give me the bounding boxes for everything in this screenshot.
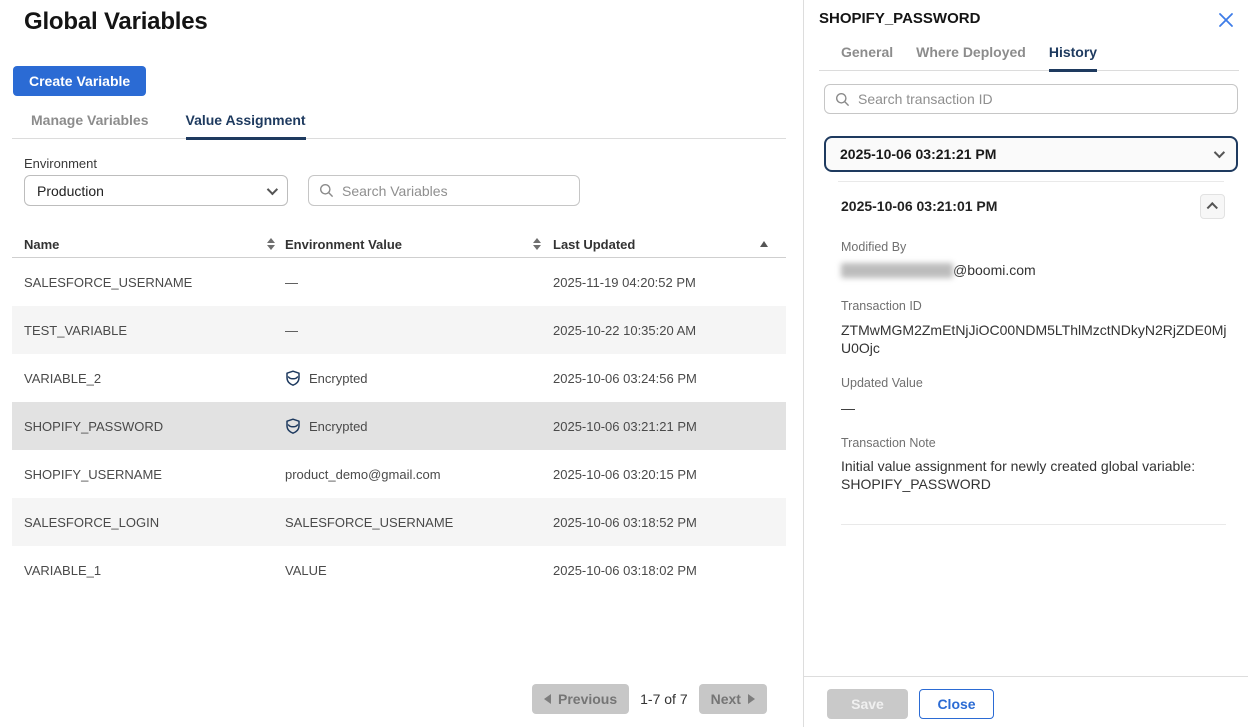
variable-name: TEST_VARIABLE	[24, 323, 285, 338]
table-row[interactable]: VARIABLE_2 Encrypted 2025-10-06 03:24:56…	[12, 354, 786, 402]
environment-value: —	[285, 323, 298, 338]
panel-title: SHOPIFY_PASSWORD	[819, 10, 980, 27]
sort-icon[interactable]	[267, 238, 275, 250]
next-arrow-icon	[748, 694, 755, 704]
updated-value-label: Updated Value	[841, 376, 923, 390]
environment-value: SALESFORCE_USERNAME	[285, 515, 453, 530]
tab-history[interactable]: History	[1049, 44, 1097, 70]
last-updated: 2025-10-06 03:18:52 PM	[553, 515, 786, 530]
column-header-last-updated[interactable]: Last Updated	[553, 237, 786, 252]
environment-select-value: Production	[37, 183, 104, 199]
global-variables-screen: Global Variables Create Variable Manage …	[0, 0, 1248, 727]
environment-select[interactable]: Production	[24, 175, 288, 206]
tab-manage-variables[interactable]: Manage Variables	[31, 112, 149, 138]
sort-ascending-icon[interactable]	[760, 241, 768, 247]
last-updated: 2025-11-19 04:20:52 PM	[553, 275, 786, 290]
column-header-environment-value[interactable]: Environment Value	[285, 237, 553, 252]
variable-name: SHOPIFY_PASSWORD	[24, 419, 285, 434]
search-icon	[835, 92, 850, 107]
divider	[841, 524, 1226, 525]
last-updated: 2025-10-22 10:35:20 AM	[553, 323, 786, 338]
transaction-select[interactable]: 2025-10-06 03:21:21 PM	[824, 136, 1238, 172]
transaction-id-value: ZTMwMGM2ZmEtNjJiOC00NDM5LThlMzctNDkyN2Rj…	[841, 321, 1235, 357]
tab-general[interactable]: General	[841, 44, 893, 70]
previous-arrow-icon	[544, 694, 551, 704]
variable-detail-panel: SHOPIFY_PASSWORD General Where Deployed …	[803, 0, 1248, 727]
transaction-note-label: Transaction Note	[841, 436, 936, 450]
divider	[838, 181, 1224, 182]
last-updated: 2025-10-06 03:21:21 PM	[553, 419, 786, 434]
close-button[interactable]: Close	[919, 689, 994, 719]
save-button[interactable]: Save	[827, 689, 908, 719]
transaction-id-label: Transaction ID	[841, 299, 922, 313]
table-header: Name Environment Value Last Updated	[12, 231, 786, 258]
updated-value: —	[841, 400, 855, 416]
chevron-down-icon	[1214, 147, 1225, 158]
environment-value: product_demo@gmail.com	[285, 467, 441, 482]
variables-search[interactable]	[308, 175, 580, 206]
create-variable-button[interactable]: Create Variable	[13, 66, 146, 96]
previous-button[interactable]: Previous	[532, 684, 629, 714]
table-row[interactable]: SHOPIFY_USERNAME product_demo@gmail.com …	[12, 450, 786, 498]
environment-value: Encrypted	[309, 419, 368, 434]
encrypted-shield-icon	[285, 370, 301, 386]
pagination-range: 1-7 of 7	[640, 691, 687, 707]
sort-icon[interactable]	[533, 238, 541, 250]
variables-table: SALESFORCE_USERNAME — 2025-11-19 04:20:5…	[12, 258, 786, 594]
chevron-down-icon	[267, 183, 278, 194]
redacted-email-prefix	[841, 263, 953, 278]
encrypted-shield-icon	[285, 418, 301, 434]
table-row[interactable]: TEST_VARIABLE — 2025-10-22 10:35:20 AM	[12, 306, 786, 354]
main-tabs: Manage Variables Value Assignment	[12, 112, 786, 139]
variable-name: SALESFORCE_LOGIN	[24, 515, 285, 530]
history-entry-timestamp: 2025-10-06 03:21:01 PM	[841, 198, 997, 214]
last-updated: 2025-10-06 03:24:56 PM	[553, 371, 786, 386]
variables-search-input[interactable]	[334, 176, 579, 205]
modified-by-value: @boomi.com	[841, 262, 1036, 278]
modified-by-label: Modified By	[841, 240, 906, 254]
last-updated: 2025-10-06 03:18:02 PM	[553, 563, 786, 578]
next-button[interactable]: Next	[699, 684, 767, 714]
transaction-search-input[interactable]	[850, 85, 1237, 113]
tab-where-deployed[interactable]: Where Deployed	[916, 44, 1026, 70]
variable-name: SHOPIFY_USERNAME	[24, 467, 285, 482]
close-icon[interactable]	[1217, 11, 1235, 29]
transaction-search[interactable]	[824, 84, 1238, 114]
variable-name: VARIABLE_2	[24, 371, 285, 386]
pagination: Previous 1-7 of 7 Next	[532, 684, 767, 714]
last-updated: 2025-10-06 03:20:15 PM	[553, 467, 786, 482]
environment-value: Encrypted	[309, 371, 368, 386]
page-title: Global Variables	[24, 8, 208, 36]
variable-name: SALESFORCE_USERNAME	[24, 275, 285, 290]
table-row[interactable]: SALESFORCE_USERNAME — 2025-11-19 04:20:5…	[12, 258, 786, 306]
tab-value-assignment[interactable]: Value Assignment	[186, 112, 306, 138]
footer-divider	[804, 676, 1248, 677]
column-header-name[interactable]: Name	[24, 237, 285, 252]
variable-name: VARIABLE_1	[24, 563, 285, 578]
environment-value: VALUE	[285, 563, 327, 578]
collapse-entry-button[interactable]	[1200, 194, 1225, 219]
table-row-selected[interactable]: SHOPIFY_PASSWORD Encrypted 2025-10-06 03…	[12, 402, 786, 450]
search-icon	[319, 183, 334, 198]
panel-tabs: General Where Deployed History	[819, 44, 1239, 71]
table-row[interactable]: SALESFORCE_LOGIN SALESFORCE_USERNAME 202…	[12, 498, 786, 546]
table-row[interactable]: VARIABLE_1 VALUE 2025-10-06 03:18:02 PM	[12, 546, 786, 594]
transaction-note-value: Initial value assignment for newly creat…	[841, 458, 1237, 493]
environment-label: Environment	[24, 156, 97, 171]
transaction-select-value: 2025-10-06 03:21:21 PM	[840, 146, 996, 162]
chevron-up-icon	[1206, 202, 1217, 213]
environment-value: —	[285, 275, 298, 290]
